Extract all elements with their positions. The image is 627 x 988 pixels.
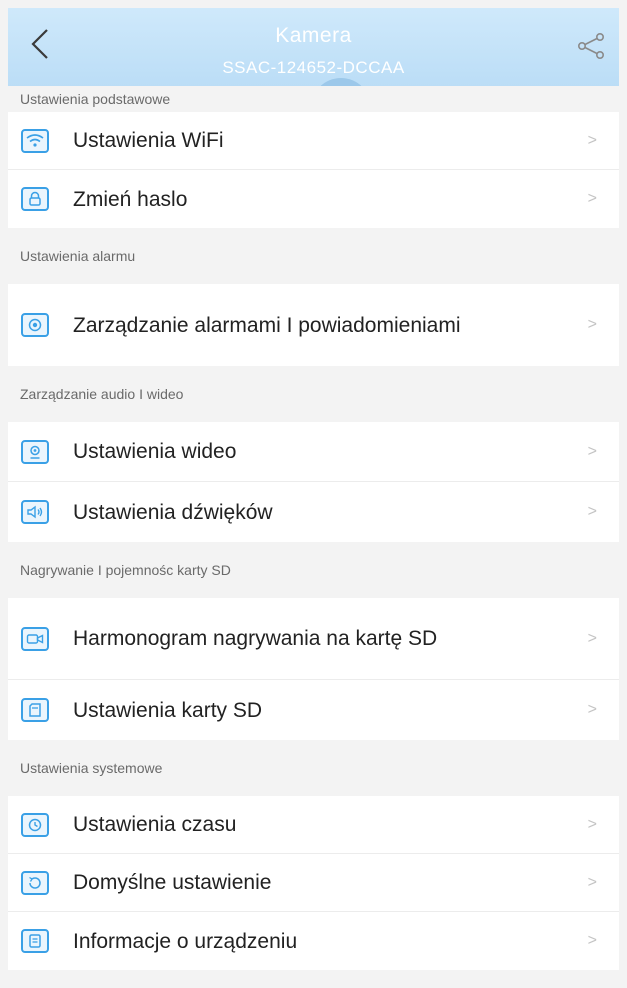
section-header-basic: Ustawienia podstawowe	[8, 86, 619, 112]
clock-icon	[21, 812, 49, 837]
reset-icon	[21, 870, 49, 895]
setting-label: Ustawienia WiFi	[73, 129, 224, 152]
setting-label: Harmonogram nagrywania na kartę SD	[73, 627, 438, 650]
chevron-right-icon: >	[587, 190, 597, 207]
chevron-right-icon: >	[587, 503, 597, 520]
section-title: Nagrywanie I pojemnośc karty SD	[20, 562, 231, 578]
page-title: Kamera	[275, 24, 352, 47]
setting-row-device-info[interactable]: Informacje o urządzeniu >	[8, 912, 619, 970]
speaker-icon	[21, 500, 49, 524]
section-header-sd-recording: Nagrywanie I pojemnośc karty SD	[8, 542, 619, 598]
section-title: Ustawienia alarmu	[20, 248, 136, 264]
setting-label: Zarządzanie alarmami I powiadomieniami	[73, 313, 461, 337]
setting-label: Ustawienia karty SD	[73, 698, 263, 722]
chevron-right-icon: >	[587, 701, 597, 718]
chevron-right-icon: >	[587, 932, 597, 949]
alarm-icon	[21, 313, 49, 337]
setting-row-sound[interactable]: Ustawienia dźwięków >	[8, 482, 619, 542]
chevron-right-icon: >	[587, 815, 597, 833]
setting-row-password[interactable]: Zmień haslo >	[8, 170, 619, 228]
section-title: Ustawienia podstawowe	[20, 91, 171, 107]
setting-row-sd-card[interactable]: Ustawienia karty SD >	[8, 680, 619, 740]
section-header-system: Ustawienia systemowe	[8, 740, 619, 796]
share-icon	[577, 32, 604, 59]
device-info-icon	[21, 929, 49, 953]
setting-label: Zmień haslo	[73, 187, 188, 211]
setting-row-default[interactable]: Domyślne ustawienie >	[8, 854, 619, 912]
setting-row-recording-schedule[interactable]: Harmonogram nagrywania na kartę SD >	[8, 598, 619, 680]
settings-list: Ustawienia podstawowe Ustawienia WiFi > …	[8, 86, 619, 988]
recording-icon	[21, 626, 49, 651]
chevron-right-icon: >	[587, 442, 597, 460]
sd-card-icon	[21, 698, 49, 722]
setting-row-time[interactable]: Ustawienia czasu >	[8, 796, 619, 854]
setting-row-wifi[interactable]: Ustawienia WiFi >	[8, 112, 619, 170]
lock-icon	[21, 187, 49, 211]
chevron-right-icon: >	[587, 131, 597, 149]
wifi-icon	[21, 128, 49, 153]
video-camera-icon	[21, 439, 49, 464]
section-title: Zarządzanie audio I wideo	[20, 386, 184, 402]
setting-label: Informacje o urządzeniu	[73, 929, 298, 953]
section-header-audio-video: Zarządzanie audio I wideo	[8, 366, 619, 422]
device-id: SSAC-124652-DCCAA	[222, 58, 405, 77]
section-title: Ustawienia systemowe	[20, 760, 163, 776]
setting-label: Ustawienia dźwięków	[73, 500, 273, 524]
setting-label: Ustawienia czasu	[73, 813, 237, 836]
app-header: Kamera SSAC-124652-DCCAA	[8, 8, 619, 94]
setting-label: Ustawienia wideo	[73, 440, 237, 463]
section-header-alarm: Ustawienia alarmu	[8, 228, 619, 284]
setting-row-alarms[interactable]: Zarządzanie alarmami I powiadomieniami >	[8, 284, 619, 366]
chevron-right-icon: >	[587, 873, 597, 891]
setting-row-video[interactable]: Ustawienia wideo >	[8, 422, 619, 482]
setting-label: Domyślne ustawienie	[73, 871, 272, 894]
share-button[interactable]	[571, 26, 611, 66]
chevron-right-icon: >	[587, 629, 597, 647]
list-footer	[8, 970, 619, 988]
chevron-right-icon: >	[587, 316, 597, 333]
